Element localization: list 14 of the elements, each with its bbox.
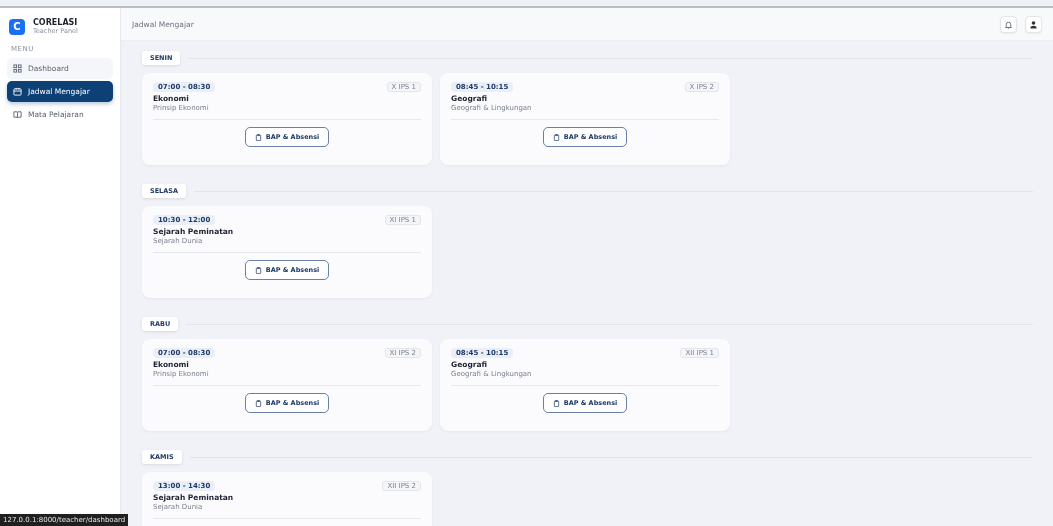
- calendar-icon: [13, 87, 22, 96]
- clipboard-icon: [254, 266, 262, 274]
- clipboard-icon: [254, 133, 262, 141]
- user-icon: [1029, 19, 1038, 29]
- clipboard-icon: [254, 399, 262, 407]
- book-icon: [13, 110, 22, 119]
- bell-icon: [1004, 19, 1013, 29]
- logo-icon: C: [9, 18, 25, 35]
- clipboard-icon: [552, 133, 560, 141]
- clipboard-icon: [552, 399, 560, 407]
- brand-name: CORELASI: [33, 18, 78, 27]
- notification-button[interactable]: [1000, 15, 1017, 33]
- profile-button[interactable]: [1025, 15, 1042, 33]
- grid-icon: [13, 64, 22, 73]
